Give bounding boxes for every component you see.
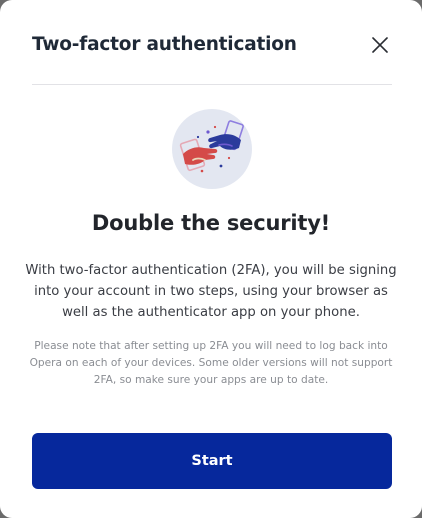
header-divider <box>32 84 392 85</box>
security-illustration <box>171 108 253 190</box>
dialog-title: Two-factor authentication <box>32 34 297 55</box>
close-icon <box>372 37 388 53</box>
two-hands-handshake-illustration <box>172 109 252 189</box>
description-text: With two-factor authentication (2FA), yo… <box>25 263 397 320</box>
start-button[interactable]: Start <box>32 433 392 489</box>
two-factor-dialog: Two-factor authentication Double the sec… <box>0 0 422 518</box>
note-text: Please note that after setting up 2FA yo… <box>29 340 393 386</box>
headline: Double the security! <box>91 211 331 235</box>
close-button[interactable] <box>369 34 391 56</box>
